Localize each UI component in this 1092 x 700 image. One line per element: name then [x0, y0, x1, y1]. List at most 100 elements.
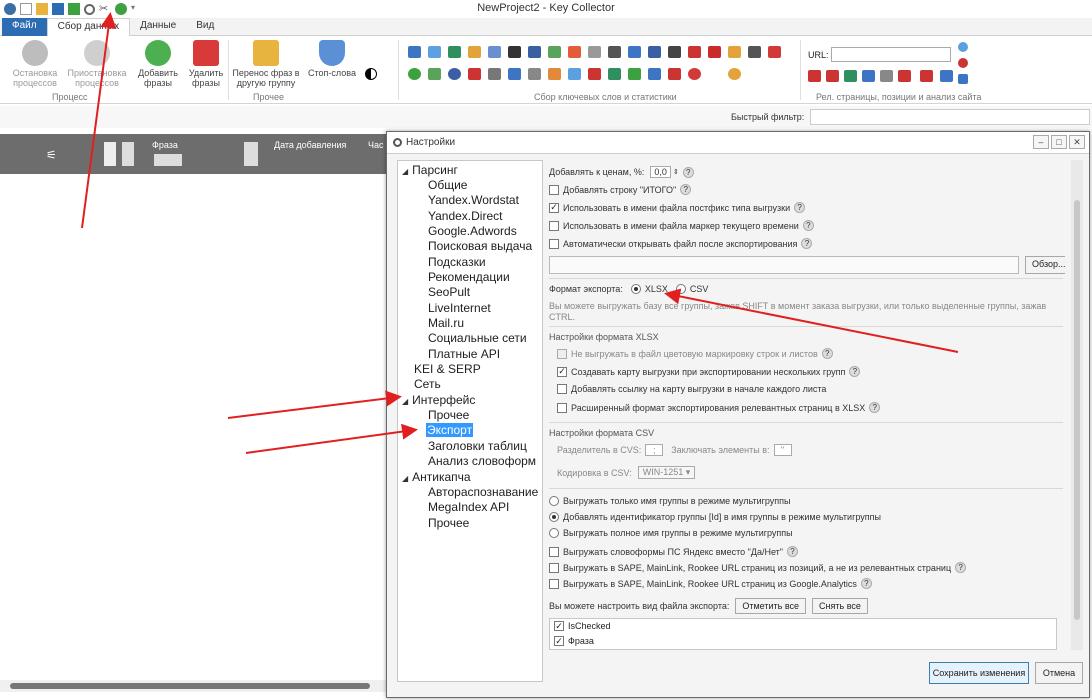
google-icon[interactable] [448, 46, 461, 58]
liveinternet-icon[interactable] [508, 46, 521, 58]
maximize-button[interactable]: □ [1051, 135, 1067, 149]
stopwords-button[interactable]: Стоп-слова [306, 40, 358, 78]
column-frequency[interactable]: Час [368, 140, 384, 150]
analytics-icon[interactable] [488, 68, 501, 80]
help-icon[interactable]: ? [786, 546, 798, 557]
help-icon[interactable]: ? [802, 220, 814, 231]
option-total-row[interactable]: Добавлять строку "ИТОГО"? [549, 184, 692, 195]
tree-item-other-2[interactable]: Прочее [428, 516, 469, 531]
red-circle-icon[interactable] [688, 68, 701, 80]
tree-item-wordform-analysis[interactable]: Анализ словоформ [428, 454, 536, 469]
table-icon[interactable] [748, 46, 761, 58]
option-autoopen-row[interactable]: Автоматически открывать файл после экспо… [549, 238, 813, 249]
price-icon[interactable] [708, 46, 721, 58]
vk-icon[interactable] [528, 46, 541, 58]
date-column-icon[interactable] [244, 142, 258, 166]
checkbox[interactable] [549, 184, 559, 195]
tree-node-interface[interactable]: ◢ Интерфейс [402, 393, 475, 409]
wordstat-icon[interactable] [408, 46, 421, 58]
expanded-arrow-icon[interactable]: ◢ [402, 397, 408, 406]
tree-item-recommend[interactable]: Рекомендации [428, 270, 510, 285]
cancel-button[interactable]: Отмена [1035, 662, 1083, 684]
quick-filter-input[interactable] [810, 109, 1090, 125]
option-wordforms-row[interactable]: Выгружать словоформы ПС Яндекс вместо "Д… [549, 546, 798, 557]
tree-item-autorecognition[interactable]: Автораспознавание [428, 485, 538, 500]
url-input[interactable] [831, 47, 951, 62]
expanded-arrow-icon[interactable]: ◢ [402, 474, 408, 483]
coin-icon[interactable] [728, 68, 741, 80]
collect-green-icon[interactable] [408, 68, 421, 80]
phrase-filter-icon[interactable] [154, 154, 182, 166]
help-icon[interactable]: ? [955, 562, 967, 573]
mail-icon[interactable] [648, 46, 661, 58]
m-green-icon[interactable] [628, 68, 641, 80]
tree-item-adwords[interactable]: Google.Adwords [428, 224, 517, 239]
option-sape-ga-row[interactable]: Выгружать в SAPE, MainLink, Rookee URL с… [549, 578, 872, 589]
tree-item-network[interactable]: Сеть [414, 377, 441, 392]
xlsx-option-1[interactable]: Не выгружать в файл цветовую маркировку … [557, 348, 833, 359]
tree-item-liveinternet[interactable]: LiveInternet [428, 301, 491, 316]
export-columns-list[interactable]: ✓ IsChecked ✓ Фраза [549, 618, 1057, 650]
checkbox-checked[interactable]: ✓ [554, 636, 564, 646]
chart-red-icon[interactable] [668, 68, 681, 80]
yandex4-icon[interactable] [920, 70, 933, 82]
browse-button[interactable]: Обзор... [1025, 256, 1065, 274]
radio[interactable] [675, 284, 686, 294]
radio-selected[interactable] [549, 512, 559, 522]
tab-file[interactable]: Файл [2, 18, 47, 36]
direct-red-icon[interactable] [468, 68, 481, 80]
stop-processes-button[interactable]: Остановка процессов [6, 40, 64, 88]
tree-item-other[interactable]: Прочее [428, 408, 469, 423]
help-icon[interactable]: ? [849, 366, 861, 377]
xlsx-option-2[interactable]: ✓ Создавать карту выгрузки при экспортиро… [557, 366, 861, 377]
checkbox-column-icon[interactable] [104, 142, 116, 166]
scroll-thumb[interactable] [1074, 200, 1080, 620]
column-phrase[interactable]: Фраза [152, 140, 178, 150]
tree-item-paid-api[interactable]: Платные API [428, 347, 500, 362]
suggest-icon[interactable] [548, 46, 561, 58]
option-sape-pos-row[interactable]: Выгружать в SAPE, MainLink, Rookee URL с… [549, 562, 967, 573]
hand-icon[interactable] [548, 68, 561, 80]
list-item[interactable]: ✓ Фраза [554, 636, 594, 646]
save-changes-button[interactable]: Сохранить изменения [929, 662, 1029, 684]
spinner-arrows-icon[interactable]: ⇕ [673, 168, 679, 176]
help-icon[interactable]: ? [869, 402, 881, 413]
column-settings-icon[interactable]: ⚟ [46, 148, 57, 162]
list-item[interactable]: ✓ IsChecked [554, 621, 611, 631]
close-button[interactable]: ✕ [1069, 135, 1085, 149]
tree-item-table-headers[interactable]: Заголовки таблиц [428, 439, 527, 454]
phrase-grid[interactable] [0, 174, 386, 674]
tool-icon[interactable] [880, 70, 893, 82]
help-icon[interactable]: ? [680, 184, 692, 195]
serp-icon[interactable] [628, 46, 641, 58]
tree-item-suggest[interactable]: Подсказки [428, 255, 486, 270]
tree-item-mailru[interactable]: Mail.ru [428, 316, 464, 331]
checkbox[interactable] [549, 578, 559, 589]
coins-icon[interactable] [728, 46, 741, 58]
checkbox-checked[interactable]: ✓ [557, 366, 567, 377]
column-tool-icon[interactable] [122, 142, 134, 166]
collect-list-icon[interactable] [428, 68, 441, 80]
xlsx-option-3[interactable]: Добавлять ссылку на карту выгрузки в нач… [557, 384, 826, 394]
csv-sep-input[interactable]: ; [645, 444, 664, 456]
check-all-button[interactable]: Отметить все [735, 598, 807, 614]
csv-encoding-select[interactable]: WIN-1251 ▾ [637, 466, 696, 479]
export-path-input[interactable] [549, 256, 1019, 274]
tab-data-collection[interactable]: Сбор данных [46, 18, 131, 37]
help-icon[interactable]: ? [821, 348, 833, 359]
radio[interactable] [549, 496, 559, 506]
radio-group-full[interactable]: Выгружать полное имя группы в режиме мул… [549, 528, 793, 538]
contrast-toggle-button[interactable] [362, 40, 380, 82]
tree-item-social[interactable]: Социальные сети [428, 331, 527, 346]
tree-item-export[interactable]: Экспорт [426, 423, 474, 438]
user-icon[interactable] [568, 68, 581, 80]
scroll-thumb[interactable] [10, 683, 370, 689]
recommend-icon[interactable] [568, 46, 581, 58]
tree-item-direct[interactable]: Yandex.Direct [428, 209, 502, 224]
xlsx-option-4[interactable]: Расширенный формат экспортирования релев… [557, 402, 881, 413]
yandex3-icon[interactable] [898, 70, 911, 82]
wordforms-icon[interactable] [588, 46, 601, 58]
red-chart-icon[interactable] [768, 46, 781, 58]
seo-icon[interactable] [668, 46, 681, 58]
option-postfix-row[interactable]: ✓ Использовать в имени файла постфикс тип… [549, 202, 806, 213]
